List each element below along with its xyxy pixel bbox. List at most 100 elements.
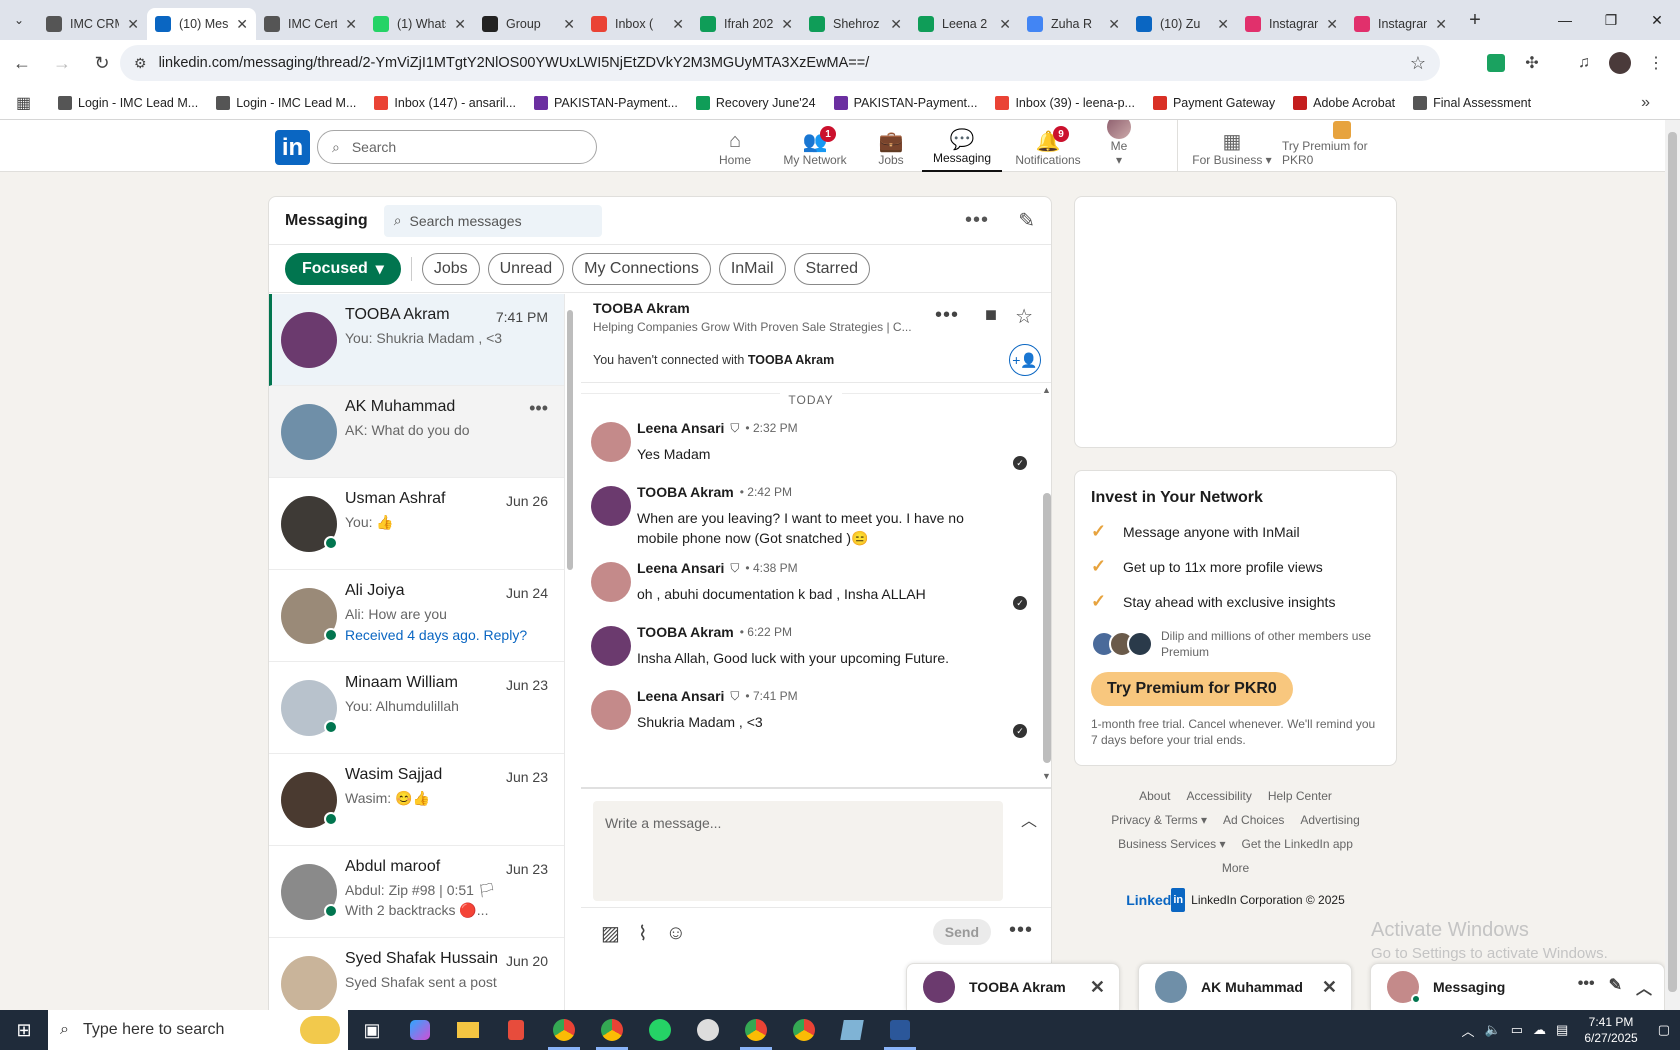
- expand-compose-icon[interactable]: ︿: [1021, 807, 1037, 831]
- app-icon[interactable]: [684, 1010, 732, 1050]
- file-explorer-icon[interactable]: [444, 1010, 492, 1050]
- chevron-up-icon[interactable]: ︿: [1636, 975, 1652, 999]
- add-connection-icon[interactable]: +👤: [1009, 344, 1041, 376]
- close-chat-icon[interactable]: ✕: [1322, 977, 1337, 998]
- close-tab-icon[interactable]: ✕: [563, 16, 575, 33]
- word-icon[interactable]: [876, 1010, 924, 1050]
- send-button[interactable]: Send: [932, 919, 991, 945]
- copilot-icon[interactable]: [396, 1010, 444, 1050]
- bookmark-star-icon[interactable]: ☆: [1410, 53, 1426, 74]
- address-bar[interactable]: ⚙ linkedin.com/messaging/thread/2-YmViZj…: [120, 45, 1440, 81]
- close-tab-icon[interactable]: ✕: [1326, 16, 1338, 33]
- footer-link[interactable]: Business Services ▾: [1118, 832, 1225, 856]
- image-attach-icon[interactable]: ▨: [601, 921, 620, 946]
- chat-tab-ak-muhammad[interactable]: AK Muhammad ✕: [1138, 963, 1352, 1010]
- scroll-up-icon[interactable]: ▲: [1042, 385, 1051, 395]
- sender-avatar[interactable]: [591, 422, 631, 462]
- close-tab-icon[interactable]: ✕: [890, 16, 902, 33]
- chat-tab-messaging[interactable]: Messaging ••• ✎ ︿: [1370, 963, 1665, 1010]
- filter-jobs[interactable]: Jobs: [421, 252, 480, 285]
- browser-tab[interactable]: Instagram ✕: [1237, 8, 1346, 40]
- filter-focused[interactable]: Focused ▾: [285, 252, 401, 285]
- close-tab-icon[interactable]: ✕: [1108, 16, 1120, 33]
- conversation-item[interactable]: Minaam William You: Alhumdulillah Jun 23: [269, 662, 564, 754]
- more-bookmarks-icon[interactable]: »: [1641, 94, 1650, 112]
- footer-link[interactable]: More: [1222, 856, 1249, 880]
- footer-link[interactable]: Help Center: [1268, 784, 1332, 808]
- sender-avatar[interactable]: [591, 690, 631, 730]
- app-icon[interactable]: [828, 1010, 876, 1050]
- close-window-icon[interactable]: ✕: [1634, 0, 1680, 40]
- windows-start-icon[interactable]: ⊞: [0, 1010, 48, 1050]
- reload-icon[interactable]: ↻: [84, 45, 120, 81]
- browser-tab[interactable]: IMC CRM ✕: [38, 8, 147, 40]
- nav-messaging[interactable]: 💬 Messaging: [922, 120, 1002, 172]
- conversation-item[interactable]: Usman Ashraf You: 👍 Jun 26: [269, 478, 564, 570]
- browser-tab[interactable]: Group ✕: [474, 8, 583, 40]
- nav-home[interactable]: ⌂ Home: [700, 120, 770, 172]
- page-scrollbar[interactable]: [1665, 120, 1680, 1010]
- close-tab-icon[interactable]: ✕: [781, 16, 793, 33]
- close-tab-icon[interactable]: ✕: [1435, 16, 1447, 33]
- conversation-item[interactable]: TOOBA Akram You: Shukria Madam , <3 7:41 P…: [269, 294, 564, 386]
- conversation-item[interactable]: Ali Joiya Ali: How are you Received 4 days…: [269, 570, 564, 662]
- nav-jobs[interactable]: 💼 Jobs: [860, 120, 922, 172]
- linkedin-logo[interactable]: in: [275, 130, 310, 165]
- browser-tab[interactable]: Zuha R ✕: [1019, 8, 1128, 40]
- browser-tab[interactable]: (1) WhatsApp ✕: [365, 8, 474, 40]
- minimize-icon[interactable]: —: [1542, 0, 1588, 40]
- compose-more-icon[interactable]: •••: [1009, 919, 1033, 942]
- filter-starred[interactable]: Starred: [793, 252, 870, 285]
- close-tab-icon[interactable]: ✕: [1217, 16, 1229, 33]
- messaging-more-icon[interactable]: •••: [965, 209, 989, 232]
- sender-name[interactable]: Leena Ansari: [637, 420, 724, 436]
- footer-link[interactable]: Privacy & Terms ▾: [1111, 808, 1207, 832]
- chrome-icon[interactable]: [540, 1010, 588, 1050]
- footer-link[interactable]: Advertising: [1300, 808, 1359, 832]
- conversation-list-scrollbar[interactable]: [566, 310, 574, 570]
- whatsapp-icon[interactable]: [636, 1010, 684, 1050]
- paperclip-icon[interactable]: ⌇: [638, 921, 648, 946]
- chrome-icon[interactable]: [732, 1010, 780, 1050]
- volume-icon[interactable]: 🔈: [1485, 1022, 1501, 1038]
- conversation-item[interactable]: Syed Shafak Hussain Syed Shafak sent a po…: [269, 938, 564, 1010]
- sender-name[interactable]: Leena Ansari: [637, 560, 724, 576]
- global-search-input[interactable]: ⌕ Search: [317, 130, 597, 164]
- thread-contact-name[interactable]: TOOBA Akram: [593, 300, 1051, 316]
- task-view-icon[interactable]: ▣: [348, 1010, 396, 1050]
- conversation-item[interactable]: Wasim Sajjad Wasim: 😊👍 Jun 23: [269, 754, 564, 846]
- bookmark-item[interactable]: Payment Gateway: [1152, 95, 1275, 110]
- site-info-icon[interactable]: ⚙: [134, 55, 147, 72]
- bookmark-item[interactable]: Adobe Acrobat: [1293, 95, 1395, 110]
- app-icon[interactable]: [492, 1010, 540, 1050]
- conversation-options-icon[interactable]: •••: [529, 398, 548, 419]
- for-business-menu[interactable]: ▦ For Business ▾: [1182, 120, 1282, 172]
- footer-link[interactable]: Get the LinkedIn app: [1241, 832, 1352, 856]
- media-controls-icon[interactable]: ♫: [1568, 47, 1600, 79]
- compose-icon[interactable]: ✎: [1609, 975, 1622, 999]
- bookmark-item[interactable]: Login - IMC Lead M...: [58, 95, 198, 110]
- filter-my-connections[interactable]: My Connections: [572, 252, 711, 285]
- chrome-icon[interactable]: [588, 1010, 636, 1050]
- close-tab-icon[interactable]: ✕: [345, 16, 357, 33]
- close-tab-icon[interactable]: ✕: [999, 16, 1011, 33]
- footer-link[interactable]: Accessibility: [1186, 784, 1251, 808]
- sender-name[interactable]: TOOBA Akram: [637, 484, 734, 500]
- footer-link[interactable]: Ad Choices: [1223, 808, 1284, 832]
- filter-inmail[interactable]: InMail: [718, 252, 786, 285]
- bookmark-item[interactable]: PAKISTAN-Payment...: [833, 95, 977, 110]
- profile-avatar[interactable]: [1604, 47, 1636, 79]
- sender-avatar[interactable]: [591, 626, 631, 666]
- close-tab-icon[interactable]: ✕: [454, 16, 466, 33]
- bookmark-item[interactable]: Final Assessment: [1413, 95, 1531, 110]
- thread-more-icon[interactable]: •••: [935, 304, 959, 327]
- emoji-icon[interactable]: ☺: [666, 922, 686, 945]
- new-tab-button[interactable]: +: [1459, 4, 1491, 36]
- footer-link[interactable]: About: [1139, 784, 1170, 808]
- search-messages-input[interactable]: ⌕ Search messages: [383, 204, 602, 237]
- browser-menu-icon[interactable]: ⋮: [1640, 47, 1672, 79]
- try-premium-button[interactable]: Try Premium for PKR0: [1091, 672, 1293, 706]
- compose-message-icon[interactable]: ✎: [1018, 208, 1035, 233]
- weather-icon[interactable]: ☁: [1533, 1022, 1546, 1038]
- close-chat-icon[interactable]: ✕: [1090, 977, 1105, 998]
